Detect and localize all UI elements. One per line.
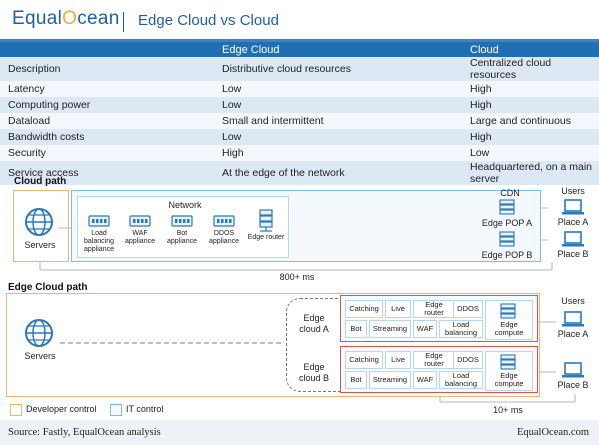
edge-compute-server-icon [500,354,516,370]
cloud-latency-label: 800+ ms [279,272,315,282]
service-edge-router: Edge router [413,300,455,318]
cdn-label: CDN [500,188,520,198]
edge-compute-label: Edge compute [494,371,524,388]
cloud-place-a-label: Place A [557,217,589,227]
service-ddos: DDOS [453,300,483,318]
it-control-label: IT control [126,404,164,414]
it-control-swatch [110,404,122,416]
site-link[interactable]: EqualOcean.com [517,427,589,438]
appliance-label: WAF appliance [125,230,155,245]
edge-servers-label: Servers [24,351,56,361]
ddos-appliance-icon [213,215,235,227]
source-note: Source: Fastly, EqualOcean analysis [8,427,161,438]
appliance-label: Bot appliance [167,230,197,245]
laptop-icon [562,231,584,247]
edge-place-b-label: Place B [557,380,589,390]
service-load-balancing: Load balancing [439,320,483,338]
edge-cloud-b-label: Edge cloud B [298,362,330,383]
service-catching: Catching [345,300,383,318]
network-label: Network [168,200,202,210]
load-balancer-icon [88,215,110,227]
service-live: Live [385,351,411,369]
service-catching: Catching [345,351,383,369]
developer-control-swatch [10,404,22,416]
cloud-users-label: Users [561,186,585,196]
edge-compute-server-icon [500,303,516,319]
service-waf: WAF [413,371,437,389]
service-bot: Bot [345,371,367,389]
service-waf: WAF [413,320,437,338]
edge-cloud-a-label: Edge cloud A [299,313,329,334]
laptop-icon [562,311,584,327]
globe-icon [25,208,53,236]
service-live: Live [385,300,411,318]
cloud-place-b-label: Place B [557,249,589,259]
edge-cloud-b-box: Catching Live Edge router DDOS Bot Strea… [340,346,538,393]
cloud-servers-label: Servers [24,240,56,250]
waf-appliance-icon [129,215,151,227]
edge-pop-b-label: Edge POP B [481,250,533,260]
edge-pop-b-server-icon [499,231,515,247]
service-bot: Bot [345,320,367,338]
edge-latency-label: 10+ ms [493,405,523,415]
laptop-icon [562,199,584,215]
edge-cloud-a-box: Catching Live Edge router DDOS Bot Strea… [340,295,538,342]
bot-appliance-icon [171,215,193,227]
globe-icon [25,319,53,347]
service-ddos: DDOS [453,351,483,369]
appliance-label: Load balancing appliance [84,230,114,253]
service-streaming: Streaming [369,320,411,338]
developer-control-label: Developer control [26,404,97,414]
edge-pop-a-label: Edge POP A [481,218,533,228]
edge-router-icon [259,209,273,232]
edge-users-label: Users [561,296,585,306]
service-edge-router: Edge router [413,351,455,369]
laptop-icon [562,362,584,378]
service-load-balancing: Load balancing [439,371,483,389]
edge-place-a-label: Place A [557,329,589,339]
edge-path-title: Edge Cloud path [8,282,88,293]
appliance-label: Edge router [247,234,285,241]
service-streaming: Streaming [369,371,411,389]
edge-pop-a-server-icon [499,199,515,215]
edge-compute-label: Edge compute [494,320,524,337]
appliance-label: DDOS appliance [209,230,239,245]
